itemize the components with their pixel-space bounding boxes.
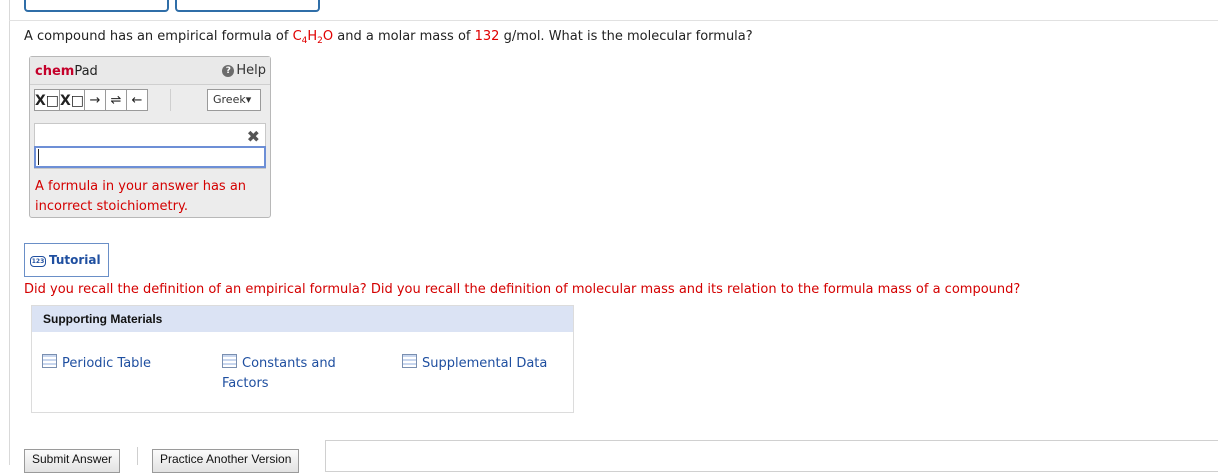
document-icon (222, 354, 237, 368)
constants-factors-link[interactable]: Constants and Factors (222, 354, 352, 394)
error-message: A formula in your answer has an incorrec… (35, 179, 247, 214)
help-label: Help (236, 63, 266, 78)
chempad-panel: chemPad ? Help X□ X□ → ⇌ ← Greek▾ ✖ A for… (29, 56, 271, 218)
help-icon: ? (222, 65, 235, 77)
periodic-table-label: Periodic Table (62, 356, 152, 371)
formula-o: O (322, 29, 334, 44)
help-link[interactable]: ? Help (222, 63, 266, 78)
document-icon (402, 354, 417, 368)
answer-input[interactable] (34, 146, 266, 168)
back-arrow-button[interactable]: ← (126, 89, 148, 111)
constants-factors-label: Constants and Factors (222, 356, 336, 391)
submit-answer-button[interactable]: Submit Answer (24, 449, 121, 473)
text-cursor (38, 149, 39, 165)
hint-text: Did you recall the definition of an empi… (24, 282, 1021, 297)
clear-icon[interactable]: ✖ (247, 127, 260, 146)
tutorial-label: Tutorial (49, 253, 101, 267)
left-rule (9, 0, 10, 465)
chempad-title-rest: Pad (74, 64, 98, 79)
practice-another-version-button[interactable]: Practice Another Version (152, 449, 300, 473)
chempad-toolbar: X□ X□ → ⇌ ← (34, 89, 148, 111)
periodic-table-link[interactable]: Periodic Table (42, 354, 151, 374)
question-prefix: A compound has an empirical formula of (24, 29, 293, 44)
toolbar-separator (170, 89, 171, 111)
supplemental-data-label: Supplemental Data (422, 356, 548, 371)
chempad-header: chemPad ? Help (30, 57, 270, 85)
supporting-header: Supporting Materials (32, 306, 573, 332)
molar-mass-value: 132 (474, 29, 500, 44)
superscript-button[interactable]: X□ (59, 89, 85, 111)
formula-c: C (292, 29, 302, 44)
greek-dropdown[interactable]: Greek▾ (207, 89, 261, 111)
tutorial-button[interactable]: 123 Tutorial (24, 243, 109, 277)
subscript-button[interactable]: X□ (34, 89, 60, 111)
document-icon (42, 354, 57, 368)
question-suffix: g/mol. What is the molecular formula? (499, 29, 753, 44)
chempad-title: chemPad (35, 64, 98, 79)
arrow-button[interactable]: → (84, 89, 106, 111)
button-separator (137, 447, 138, 465)
chempad-title-bold: chem (35, 64, 75, 79)
supporting-title: Supporting Materials (43, 312, 163, 326)
supporting-materials: Supporting Materials Periodic Table Cons… (31, 305, 574, 413)
top-button-2[interactable] (175, 0, 320, 12)
equilibrium-arrow-button[interactable]: ⇌ (105, 89, 127, 111)
question-middle: and a molar mass of (333, 29, 475, 44)
top-divider (9, 20, 1218, 21)
empirical-formula: C4H2O (292, 29, 334, 46)
tutorial-icon: 123 (30, 256, 46, 267)
question-text: A compound has an empirical formula of C… (24, 29, 753, 46)
formula-h: H (307, 29, 318, 44)
top-button-1[interactable] (24, 0, 169, 12)
supplemental-data-link[interactable]: Supplemental Data (402, 354, 547, 374)
right-panel (325, 440, 1218, 472)
